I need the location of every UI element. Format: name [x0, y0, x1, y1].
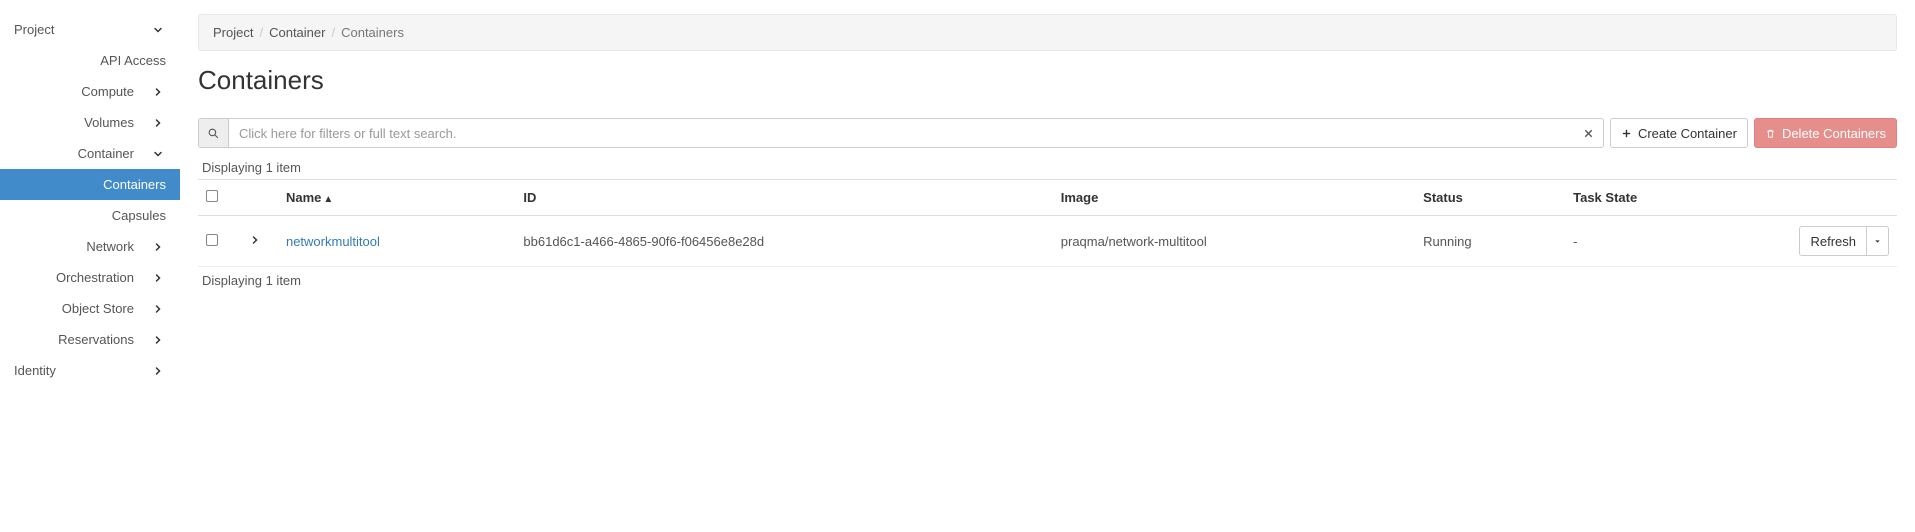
toolbar: Create Container Delete Containers	[198, 118, 1897, 148]
column-header-status[interactable]: Status	[1415, 180, 1565, 216]
container-image: praqma/network-multitool	[1053, 216, 1415, 267]
item-count-top: Displaying 1 item	[202, 160, 1897, 175]
chevron-right-icon	[152, 365, 166, 377]
plus-icon	[1621, 128, 1632, 139]
sidebar-item-container[interactable]: Container	[0, 138, 180, 169]
row-expand-icon[interactable]	[248, 233, 262, 247]
column-header-image[interactable]: Image	[1053, 180, 1415, 216]
sidebar-item-object-store[interactable]: Object Store	[0, 293, 180, 324]
search-box	[198, 118, 1604, 148]
sort-asc-icon: ▲	[323, 194, 333, 205]
sidebar-item-label: Containers	[103, 177, 166, 192]
chevron-right-icon	[152, 117, 166, 129]
sidebar-item-label: Capsules	[112, 208, 166, 223]
chevron-down-icon	[152, 24, 166, 36]
column-header-id[interactable]: ID	[515, 180, 1052, 216]
container-id: bb61d6c1-a466-4865-90f6-f06456e8e28d	[515, 216, 1052, 267]
column-header-name[interactable]: Name▲	[278, 180, 515, 216]
sidebar-item-label: Identity	[14, 363, 152, 378]
refresh-button[interactable]: Refresh	[1799, 226, 1867, 256]
breadcrumb-separator: /	[331, 25, 335, 40]
breadcrumb-item[interactable]: Container	[269, 25, 325, 40]
main-content: Project / Container / Containers Contain…	[180, 0, 1915, 386]
sidebar-item-label: Volumes	[14, 115, 152, 130]
search-input[interactable]	[229, 119, 1575, 147]
chevron-right-icon	[152, 86, 166, 98]
chevron-down-icon	[152, 148, 166, 160]
sidebar-item-label: Compute	[14, 84, 152, 99]
sidebar-item-orchestration[interactable]: Orchestration	[0, 262, 180, 293]
chevron-right-icon	[152, 303, 166, 315]
table-row: networkmultitool bb61d6c1-a466-4865-90f6…	[198, 216, 1897, 267]
breadcrumb: Project / Container / Containers	[198, 14, 1897, 51]
containers-table: Name▲ ID Image Status Task State	[198, 179, 1897, 267]
trash-icon	[1765, 128, 1776, 139]
search-icon	[199, 119, 229, 147]
row-action-dropdown[interactable]	[1867, 226, 1889, 256]
breadcrumb-separator: /	[259, 25, 263, 40]
row-action-group: Refresh	[1799, 226, 1889, 256]
chevron-right-icon	[152, 334, 166, 346]
sidebar-item-label: Orchestration	[14, 270, 152, 285]
sidebar-item-label: Network	[14, 239, 152, 254]
sidebar-item-label: Container	[14, 146, 152, 161]
delete-containers-button[interactable]: Delete Containers	[1754, 118, 1897, 148]
breadcrumb-item-current: Containers	[341, 25, 404, 40]
container-task-state: -	[1565, 216, 1765, 267]
sidebar-item-label: Project	[14, 22, 152, 37]
button-label: Delete Containers	[1782, 126, 1886, 141]
row-checkbox[interactable]	[206, 234, 218, 246]
sidebar-item-compute[interactable]: Compute	[0, 76, 180, 107]
sidebar-item-identity[interactable]: Identity	[0, 355, 180, 386]
sidebar-item-project[interactable]: Project	[0, 14, 180, 45]
sidebar-item-capsules[interactable]: Capsules	[0, 200, 180, 231]
sidebar-item-network[interactable]: Network	[0, 231, 180, 262]
sidebar: Project API Access Compute Volumes Conta…	[0, 0, 180, 386]
sidebar-item-label: API Access	[100, 53, 166, 68]
sidebar-item-label: Object Store	[14, 301, 152, 316]
container-name-link[interactable]: networkmultitool	[286, 234, 380, 249]
sidebar-item-containers[interactable]: Containers	[0, 169, 180, 200]
sidebar-item-reservations[interactable]: Reservations	[0, 324, 180, 355]
sidebar-item-volumes[interactable]: Volumes	[0, 107, 180, 138]
chevron-right-icon	[152, 272, 166, 284]
column-header-task-state[interactable]: Task State	[1565, 180, 1765, 216]
button-label: Create Container	[1638, 126, 1737, 141]
item-count-bottom: Displaying 1 item	[202, 273, 1897, 288]
select-all-checkbox[interactable]	[206, 190, 218, 202]
container-status: Running	[1415, 216, 1565, 267]
sidebar-item-api-access[interactable]: API Access	[0, 45, 180, 76]
sidebar-item-label: Reservations	[14, 332, 152, 347]
breadcrumb-item[interactable]: Project	[213, 25, 253, 40]
create-container-button[interactable]: Create Container	[1610, 118, 1748, 148]
clear-search-icon[interactable]	[1575, 119, 1603, 147]
chevron-right-icon	[152, 241, 166, 253]
page-title: Containers	[198, 65, 1897, 96]
